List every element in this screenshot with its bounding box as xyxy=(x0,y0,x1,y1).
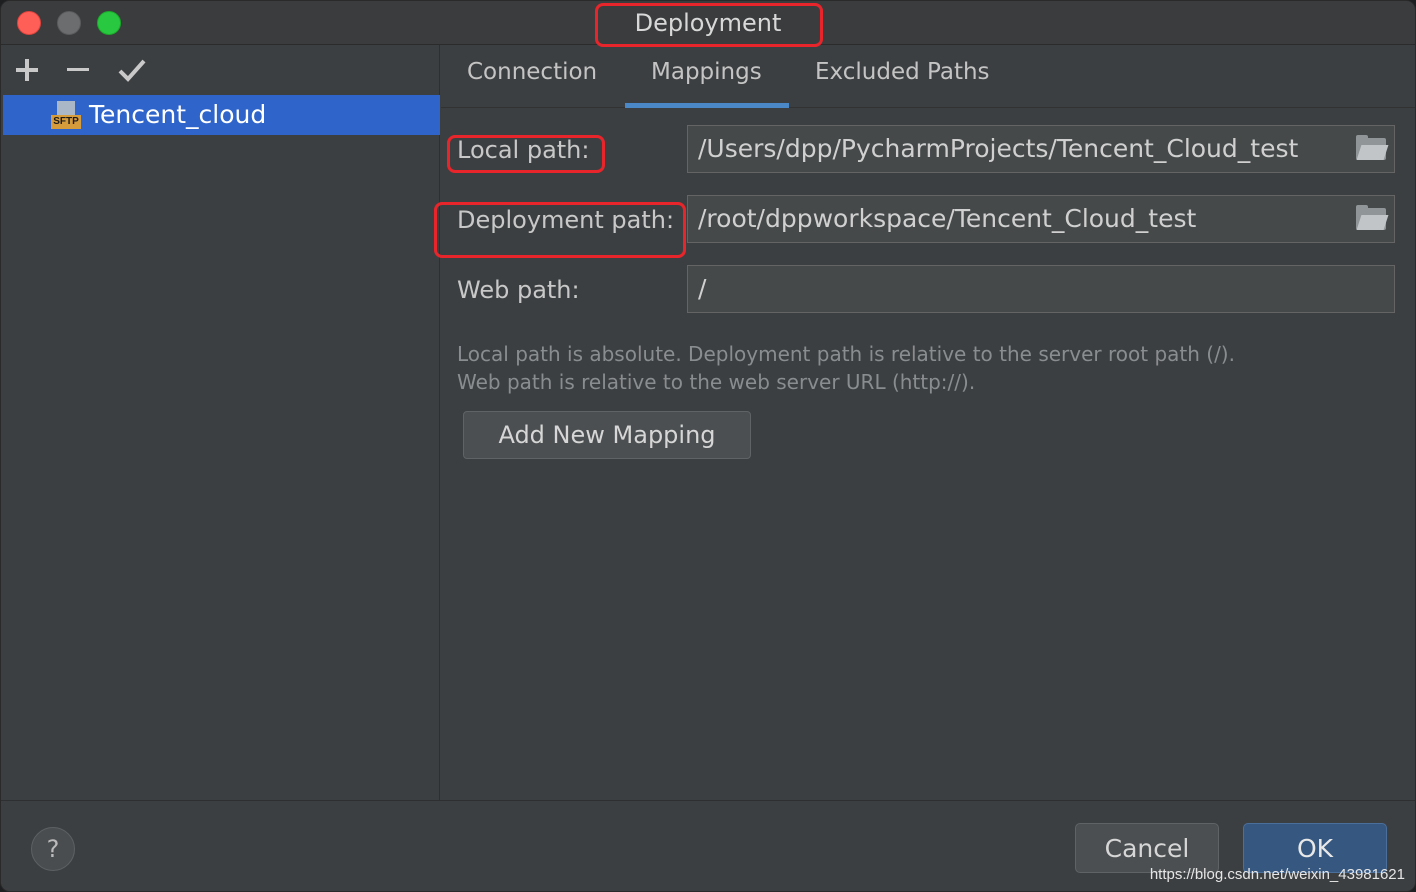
watermark: https://blog.csdn.net/weixin_43981621 xyxy=(1149,866,1405,883)
tab-excluded-paths[interactable]: Excluded Paths xyxy=(815,59,990,85)
sftp-server-icon: SFTP xyxy=(51,101,81,131)
server-name: Tencent_cloud xyxy=(89,100,267,129)
remove-server-button[interactable] xyxy=(61,53,95,87)
sftp-badge: SFTP xyxy=(51,115,81,129)
active-tab-indicator xyxy=(625,103,789,108)
web-path-field[interactable]: / xyxy=(687,265,1395,313)
minus-icon xyxy=(67,68,89,71)
local-path-value: /Users/dpp/PycharmProjects/Tencent_Cloud… xyxy=(698,134,1299,163)
server-toolbar xyxy=(1,45,439,93)
web-path-label: Web path: xyxy=(457,276,580,304)
add-server-button[interactable] xyxy=(10,53,44,87)
mapping-hint-line-2: Web path is relative to the web server U… xyxy=(457,370,976,394)
tab-bar: Connection Mappings Excluded Paths xyxy=(441,45,1415,108)
help-button[interactable]: ? xyxy=(31,827,75,871)
check-icon xyxy=(118,59,146,82)
tab-connection[interactable]: Connection xyxy=(467,59,597,85)
window-title: Deployment xyxy=(634,9,782,37)
folder-icon[interactable] xyxy=(1356,205,1389,230)
plus-icon xyxy=(16,59,38,81)
deployment-window: Deployment SFTP Tencent_cloud Connection… xyxy=(0,0,1416,892)
set-default-server-button[interactable] xyxy=(115,53,149,87)
web-path-value: / xyxy=(698,274,707,303)
local-path-field[interactable]: /Users/dpp/PycharmProjects/Tencent_Cloud… xyxy=(687,125,1395,173)
title-bar: Deployment xyxy=(1,1,1415,45)
deployment-path-value: /root/dppworkspace/Tencent_Cloud_test xyxy=(698,204,1197,233)
mapping-hint-line-1: Local path is absolute. Deployment path … xyxy=(457,342,1235,366)
folder-icon[interactable] xyxy=(1356,135,1389,160)
settings-pane: Connection Mappings Excluded Paths Local… xyxy=(441,45,1415,800)
server-item-tencent-cloud[interactable]: SFTP Tencent_cloud xyxy=(3,95,440,135)
deployment-path-label: Deployment path: xyxy=(457,206,675,234)
local-path-label: Local path: xyxy=(457,136,590,164)
deployment-path-field[interactable]: /root/dppworkspace/Tencent_Cloud_test xyxy=(687,195,1395,243)
add-new-mapping-button[interactable]: Add New Mapping xyxy=(463,411,751,459)
server-list-pane: SFTP Tencent_cloud xyxy=(1,45,440,800)
tab-mappings[interactable]: Mappings xyxy=(651,59,762,85)
